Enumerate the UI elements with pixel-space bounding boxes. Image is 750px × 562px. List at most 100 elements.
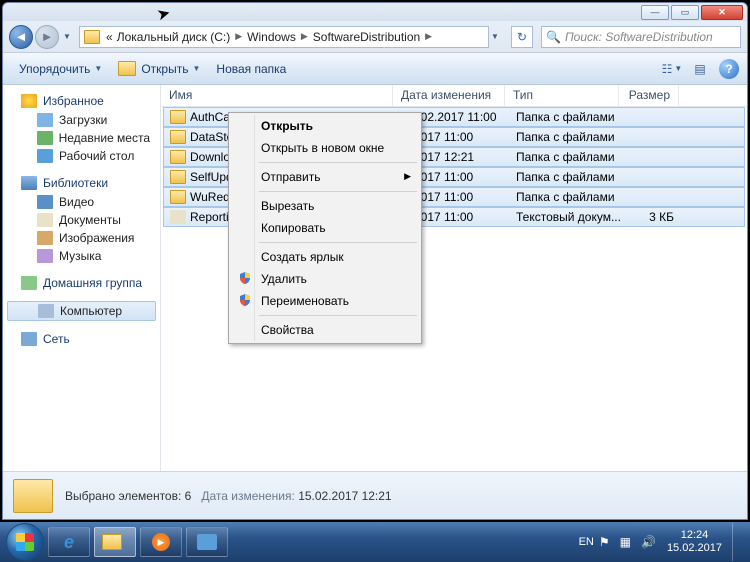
ctx-copy[interactable]: Копировать [231, 217, 419, 239]
address-bar[interactable]: « Локальный диск (C:)▶ Windows▶ Software… [79, 26, 489, 48]
help-button[interactable]: ? [719, 59, 739, 79]
chevron-down-icon: ▼ [94, 64, 102, 73]
sidebar-favorites[interactable]: Избранное [3, 91, 160, 111]
taskbar-ie[interactable]: e [48, 527, 90, 557]
navigation-pane: Избранное Загрузки Недавние места Рабочи… [3, 85, 161, 471]
crumb-windows[interactable]: Windows [245, 30, 298, 44]
libraries-icon [21, 176, 37, 190]
downloads-icon [37, 113, 53, 127]
file-icon [170, 110, 186, 124]
back-button[interactable]: ◄ [9, 25, 33, 49]
file-icon [170, 150, 186, 164]
uac-shield-icon [238, 293, 252, 307]
sidebar-videos[interactable]: Видео [3, 193, 160, 211]
ctx-open[interactable]: Открыть [231, 115, 419, 137]
file-type: Папка с файлами [508, 110, 622, 124]
crumb-current[interactable]: SoftwareDistribution [311, 30, 422, 44]
tray-network-icon[interactable]: ▦ [620, 535, 631, 549]
sidebar-downloads[interactable]: Загрузки [3, 111, 160, 129]
homegroup-icon [21, 276, 37, 290]
detail-date-label: Дата изменения: [201, 489, 295, 503]
file-type: Папка с файлами [508, 170, 622, 184]
sidebar-homegroup[interactable]: Домашняя группа [3, 273, 160, 293]
file-icon [170, 130, 186, 144]
ctx-delete[interactable]: Удалить [231, 268, 419, 290]
show-desktop-button[interactable] [732, 523, 744, 561]
recent-icon [37, 131, 53, 145]
uac-shield-icon [238, 271, 252, 285]
open-button[interactable]: Открыть▼ [110, 58, 208, 79]
crumb-ellipsis[interactable]: « [104, 30, 115, 44]
file-size: 3 КБ [622, 210, 682, 224]
chevron-right-icon[interactable]: ▶ [298, 31, 311, 42]
crumb-drive[interactable]: Локальный диск (C:) [115, 30, 233, 44]
header-name[interactable]: Имя [161, 85, 393, 106]
sidebar-libraries[interactable]: Библиотеки [3, 173, 160, 193]
ctx-open-new-window[interactable]: Открыть в новом окне [231, 137, 419, 159]
search-icon: 🔍 [546, 30, 561, 44]
star-icon [21, 94, 37, 108]
preview-pane-button[interactable]: ▤ [687, 58, 713, 80]
app-icon [197, 534, 217, 550]
sidebar-computer[interactable]: Компьютер [7, 301, 156, 321]
tray-language[interactable]: EN [579, 536, 594, 548]
column-headers: Имя Дата изменения Тип Размер [161, 85, 747, 107]
ctx-properties[interactable]: Свойства [231, 319, 419, 341]
computer-icon [38, 304, 54, 318]
ctx-cut[interactable]: Вырезать [231, 195, 419, 217]
ctx-send-to[interactable]: Отправить▶ [231, 166, 419, 188]
close-button[interactable]: ✕ [701, 5, 743, 20]
organize-button[interactable]: Упорядочить▼ [11, 59, 110, 79]
search-box[interactable]: 🔍 Поиск: SoftwareDistribution [541, 26, 741, 48]
folder-icon [118, 61, 136, 76]
search-placeholder: Поиск: SoftwareDistribution [565, 30, 713, 44]
view-options-button[interactable]: ☷▼ [659, 58, 685, 80]
taskbar-explorer[interactable] [94, 527, 136, 557]
sidebar-network[interactable]: Сеть [3, 329, 160, 349]
network-icon [21, 332, 37, 346]
context-menu: Открыть Открыть в новом окне Отправить▶ … [228, 112, 422, 344]
toolbar: Упорядочить▼ Открыть▼ Новая папка ☷▼ ▤ ? [3, 53, 747, 85]
desktop-icon [37, 149, 53, 163]
details-pane: Выбрано элементов: 6 Дата изменения: 15.… [3, 471, 747, 519]
file-type: Текстовый докум... [508, 210, 622, 224]
minimize-button[interactable]: — [641, 5, 669, 20]
header-date[interactable]: Дата изменения [393, 85, 505, 106]
pictures-icon [37, 231, 53, 245]
refresh-button[interactable]: ↻ [511, 26, 533, 48]
music-icon [37, 249, 53, 263]
sidebar-recent[interactable]: Недавние места [3, 129, 160, 147]
file-icon [170, 170, 186, 184]
play-icon: ▶ [152, 533, 170, 551]
chevron-right-icon[interactable]: ▶ [422, 31, 435, 42]
titlebar: — ▭ ✕ [3, 3, 747, 21]
detail-date-value: 15.02.2017 12:21 [298, 489, 391, 503]
ctx-create-shortcut[interactable]: Создать ярлык [231, 246, 419, 268]
address-dropdown[interactable]: ▼ [489, 25, 501, 49]
ctx-rename[interactable]: Переименовать [231, 290, 419, 312]
sidebar-documents[interactable]: Документы [3, 211, 160, 229]
maximize-button[interactable]: ▭ [671, 5, 699, 20]
file-icon [170, 210, 186, 224]
tray-volume-icon[interactable]: 🔊 [641, 535, 656, 549]
sidebar-music[interactable]: Музыка [3, 247, 160, 265]
document-icon [37, 213, 53, 227]
nav-history-dropdown[interactable]: ▼ [61, 25, 73, 49]
header-size[interactable]: Размер [619, 85, 679, 106]
forward-button[interactable]: ► [35, 25, 59, 49]
taskbar-app[interactable] [186, 527, 228, 557]
chevron-right-icon[interactable]: ▶ [232, 31, 245, 42]
sidebar-pictures[interactable]: Изображения [3, 229, 160, 247]
submenu-arrow-icon: ▶ [404, 171, 411, 182]
tray-flag-icon[interactable]: ⚑ [599, 535, 610, 549]
system-tray: EN ⚑ ▦ 🔊 12:24 15.02.2017 [579, 523, 744, 561]
file-icon [170, 190, 186, 204]
tray-clock[interactable]: 12:24 15.02.2017 [667, 529, 722, 555]
taskbar-mediaplayer[interactable]: ▶ [140, 527, 182, 557]
header-type[interactable]: Тип [505, 85, 619, 106]
video-icon [37, 195, 53, 209]
new-folder-button[interactable]: Новая папка [208, 59, 294, 79]
sidebar-desktop[interactable]: Рабочий стол [3, 147, 160, 165]
file-type: Папка с файлами [508, 130, 622, 144]
start-button[interactable] [6, 523, 44, 561]
